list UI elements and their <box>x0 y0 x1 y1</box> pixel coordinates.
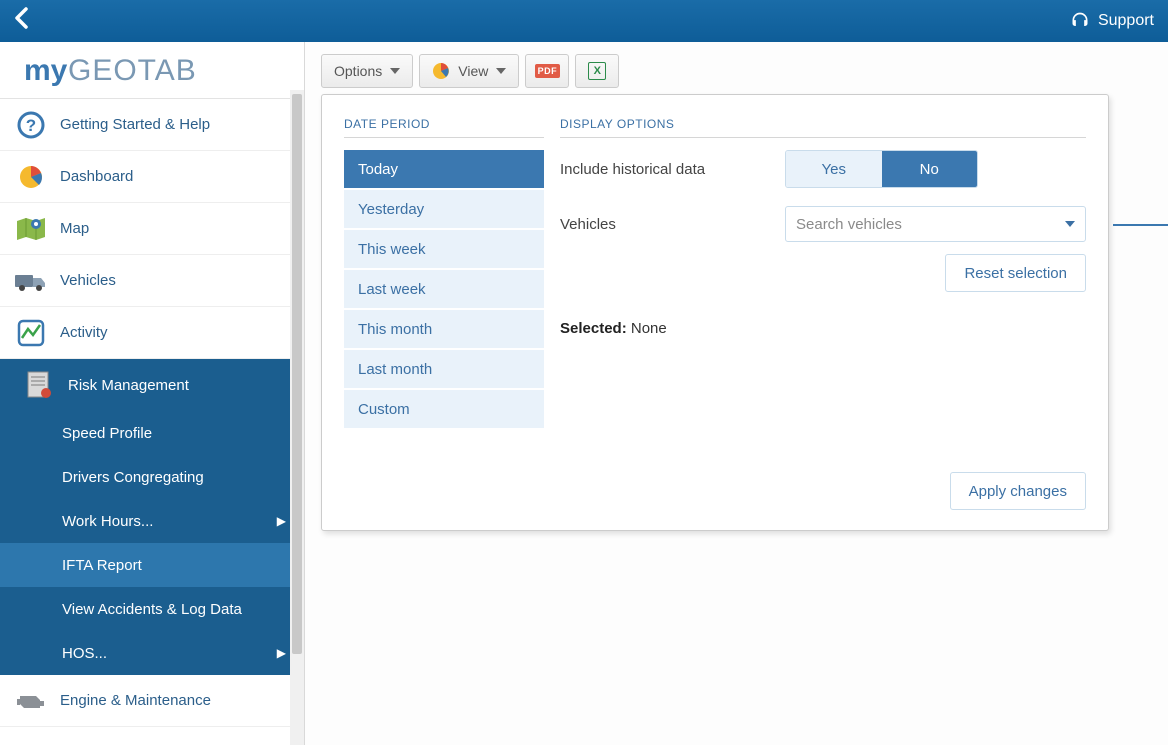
support-link[interactable]: Support <box>1070 11 1154 31</box>
logo-suffix: GEOTAB <box>68 54 197 87</box>
chevron-down-icon <box>496 68 506 74</box>
support-label: Support <box>1098 12 1154 30</box>
chevron-left-icon <box>14 7 28 29</box>
sub-nav-label: Drivers Congregating <box>62 469 204 486</box>
view-button[interactable]: View <box>419 54 519 88</box>
sub-nav-item[interactable]: View Accidents & Log Data <box>0 587 304 631</box>
nav-vehicles[interactable]: Vehicles <box>0 255 304 307</box>
piechart-icon <box>14 163 48 191</box>
nav-risk-management[interactable]: Risk Management <box>0 359 304 411</box>
nav-label: Map <box>60 220 89 237</box>
vehicles-placeholder: Search vehicles <box>796 216 902 233</box>
activity-icon <box>14 319 48 347</box>
nav-label: Getting Started & Help <box>60 116 210 133</box>
period-option[interactable]: This month <box>344 310 544 348</box>
selected-label: Selected: <box>560 320 627 337</box>
options-button[interactable]: Options <box>321 54 413 88</box>
selected-value: None <box>631 320 667 337</box>
report-icon <box>22 371 56 399</box>
period-option[interactable]: Today <box>344 150 544 188</box>
top-bar: Support <box>0 0 1168 42</box>
apply-changes-button[interactable]: Apply changes <box>950 472 1086 510</box>
chevron-right-icon: ▶ <box>277 646 286 660</box>
logo: my GEOTAB <box>0 42 304 99</box>
period-option[interactable]: Last week <box>344 270 544 308</box>
sub-nav-label: IFTA Report <box>62 557 142 574</box>
headset-icon <box>1070 11 1090 31</box>
sub-nav-item[interactable]: Work Hours... ▶ <box>0 499 304 543</box>
view-label: View <box>458 63 488 79</box>
export-pdf-button[interactable]: PDF <box>525 54 569 88</box>
sub-nav-label: View Accidents & Log Data <box>62 601 242 618</box>
sidebar: my GEOTAB ? Getting Started & Help Dashb… <box>0 42 305 745</box>
toolbar: Options View PDF X <box>321 54 1168 88</box>
sub-nav-label: Work Hours... <box>62 513 153 530</box>
chevron-right-icon: ▶ <box>277 514 286 528</box>
pdf-icon: PDF <box>535 64 561 78</box>
nav-activity[interactable]: Activity <box>0 307 304 359</box>
nav-label: Engine & Maintenance <box>60 692 211 709</box>
scrollbar-thumb[interactable] <box>292 94 302 654</box>
excel-icon: X <box>588 62 606 80</box>
map-icon <box>14 216 48 242</box>
tab-underline <box>1113 224 1168 226</box>
nav-label: Activity <box>60 324 108 341</box>
options-panel: DATE PERIOD TodayYesterdayThis weekLast … <box>321 94 1109 531</box>
nav-label: Dashboard <box>60 168 133 185</box>
selected-summary: Selected: None <box>560 320 1086 337</box>
date-period-list: TodayYesterdayThis weekLast weekThis mon… <box>344 150 544 428</box>
chevron-down-icon <box>390 68 400 74</box>
toggle-yes[interactable]: Yes <box>786 151 882 187</box>
apply-label: Apply changes <box>969 483 1067 500</box>
period-option[interactable]: This week <box>344 230 544 268</box>
include-historical-toggle: Yes No <box>785 150 978 188</box>
activity-submenu: Risk Management Speed Profile Drivers Con… <box>0 359 304 675</box>
truck-icon <box>14 269 48 293</box>
sub-nav-label: Speed Profile <box>62 425 152 442</box>
help-icon: ? <box>14 111 48 139</box>
sub-nav-item[interactable]: Drivers Congregating <box>0 455 304 499</box>
period-option[interactable]: Custom <box>344 390 544 428</box>
date-period-title: DATE PERIOD <box>344 117 544 138</box>
reset-label: Reset selection <box>964 265 1067 282</box>
nav-getting-started[interactable]: ? Getting Started & Help <box>0 99 304 151</box>
display-options-title: DISPLAY OPTIONS <box>560 117 1086 138</box>
svg-text:?: ? <box>26 116 36 135</box>
logo-prefix: my <box>24 54 68 87</box>
sub-nav-item[interactable]: IFTA Report <box>0 543 304 587</box>
sidebar-scrollbar[interactable] <box>290 90 304 745</box>
include-historical-label: Include historical data <box>560 161 785 178</box>
period-option[interactable]: Yesterday <box>344 190 544 228</box>
chevron-down-icon <box>1065 221 1075 227</box>
export-excel-button[interactable]: X <box>575 54 619 88</box>
nav-dashboard[interactable]: Dashboard <box>0 151 304 203</box>
piechart-icon <box>432 62 450 80</box>
engine-icon <box>14 690 48 712</box>
risk-management-label: Risk Management <box>68 377 189 394</box>
main-content: Options View PDF X DATE PERIOD TodayYest… <box>305 42 1168 745</box>
nav-label: Vehicles <box>60 272 116 289</box>
nav-map[interactable]: Map <box>0 203 304 255</box>
vehicles-label: Vehicles <box>560 216 785 233</box>
nav-engine-maintenance[interactable]: Engine & Maintenance <box>0 675 304 727</box>
sub-nav-item[interactable]: HOS... ▶ <box>0 631 304 675</box>
vehicles-select[interactable]: Search vehicles <box>785 206 1086 242</box>
options-label: Options <box>334 63 382 79</box>
toggle-no[interactable]: No <box>882 151 978 187</box>
reset-selection-button[interactable]: Reset selection <box>945 254 1086 292</box>
period-option[interactable]: Last month <box>344 350 544 388</box>
back-button[interactable] <box>14 7 28 36</box>
sub-nav-label: HOS... <box>62 645 107 662</box>
sub-nav-item[interactable]: Speed Profile <box>0 411 304 455</box>
